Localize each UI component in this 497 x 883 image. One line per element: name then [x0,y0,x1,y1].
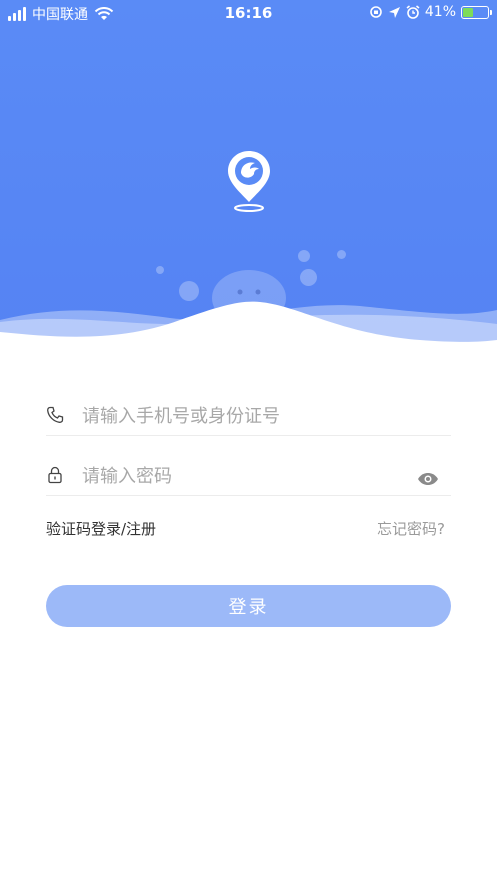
battery-fill [463,7,473,17]
phone-input[interactable] [82,398,412,434]
location-icon [388,6,400,18]
phone-icon [47,406,64,423]
login-links: 验证码登录/注册 忘记密码? [46,514,451,544]
status-bar: 中国联通 16:16 41% [0,0,497,26]
alarm-icon [406,5,420,19]
wave-decoration [0,270,497,345]
login-form: 验证码登录/注册 忘记密码? [46,390,451,544]
password-field-row [46,450,451,496]
sms-login-link[interactable]: 验证码登录/注册 [46,518,156,539]
forgot-password-link[interactable]: 忘记密码? [377,518,445,539]
battery-icon [461,5,492,19]
lock-icon [48,466,62,484]
wifi-icon [94,7,114,20]
orientation-lock-icon [370,6,382,18]
location-pin-logo-icon [228,151,270,212]
signal-icon [8,7,26,21]
password-input[interactable] [82,458,412,494]
phone-field-row [46,390,451,436]
header-banner: 中国联通 16:16 41% [0,0,497,345]
eye-icon[interactable] [417,472,439,486]
battery-percent: 41% [424,4,456,20]
carrier-name: 中国联通 [32,7,88,23]
login-button[interactable]: 登录 [46,585,451,627]
